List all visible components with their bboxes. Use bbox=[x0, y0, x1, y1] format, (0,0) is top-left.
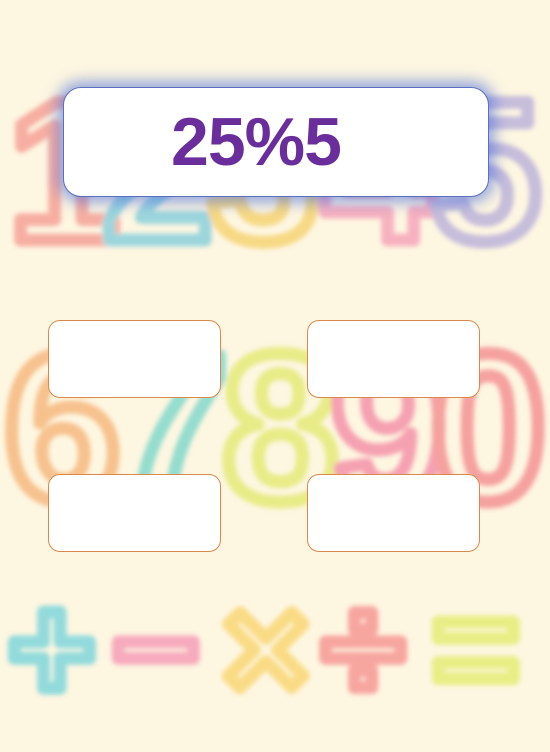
bg-minus-sign: − bbox=[112, 564, 200, 732]
question-text: 25%5 bbox=[171, 104, 342, 180]
bg-times-sign: × bbox=[222, 564, 310, 732]
bg-divide-sign: ÷ bbox=[322, 564, 404, 732]
answer-option-2[interactable] bbox=[307, 320, 480, 398]
answer-option-1[interactable] bbox=[48, 320, 221, 398]
question-panel: 25%5 bbox=[63, 87, 489, 197]
bg-equals-sign: = bbox=[432, 564, 520, 732]
answer-option-4[interactable] bbox=[307, 474, 480, 552]
bg-plus-sign: + bbox=[8, 564, 96, 732]
answer-option-3[interactable] bbox=[48, 474, 221, 552]
